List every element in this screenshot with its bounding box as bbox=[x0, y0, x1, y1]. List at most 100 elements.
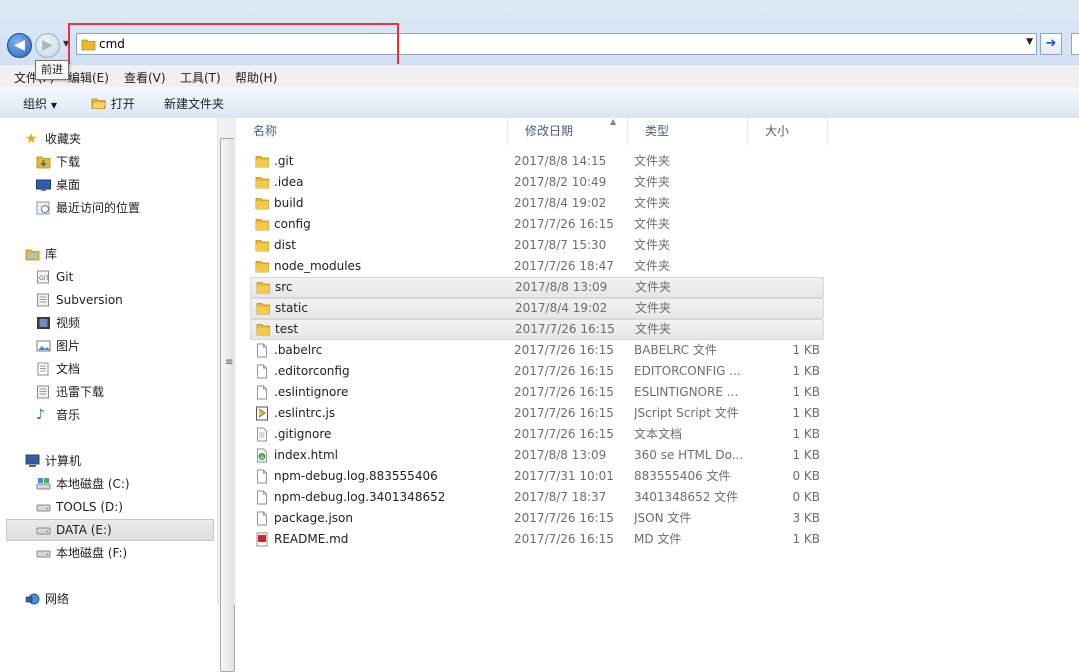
new-folder-button[interactable]: 新建文件夹 bbox=[164, 95, 224, 112]
menu-view[interactable]: 查看(V) bbox=[124, 69, 166, 86]
recent-places-icon bbox=[36, 201, 50, 215]
file-type: 360 se HTML Do... bbox=[634, 448, 744, 462]
file-type: 文件夹 bbox=[634, 259, 671, 273]
command-bar: 组织 ▼ 打开 新建文件夹 bbox=[0, 87, 1079, 119]
file-row[interactable]: README.md 2017/7/26 16:15 MD 文件 1 KB bbox=[250, 529, 824, 550]
file-row[interactable]: static 2017/8/4 19:02 文件夹 bbox=[250, 298, 824, 319]
file-row[interactable]: .git 2017/8/8 14:15 文件夹 bbox=[250, 151, 824, 172]
file-row[interactable]: src 2017/8/8 13:09 文件夹 bbox=[250, 277, 824, 298]
svg-text:e: e bbox=[260, 454, 264, 461]
file-row[interactable]: config 2017/7/26 16:15 文件夹 bbox=[250, 214, 824, 235]
downloads-folder-icon bbox=[36, 156, 51, 169]
file-size: 1 KB bbox=[792, 427, 820, 441]
file-type: ESLINTIGNORE ... bbox=[634, 385, 739, 399]
file-type: 文件夹 bbox=[634, 175, 671, 189]
open-label: 打开 bbox=[110, 97, 135, 111]
file-row[interactable]: .gitignore 2017/7/26 16:15 文本文档 1 KB bbox=[250, 424, 824, 445]
file-name: npm-debug.log.883555406 bbox=[274, 469, 438, 483]
address-input[interactable] bbox=[99, 35, 999, 53]
scrollbar-thumb[interactable]: ≡ bbox=[220, 138, 235, 672]
picture-icon bbox=[36, 340, 51, 352]
file-row[interactable]: .editorconfig 2017/7/26 16:15 EDITORCONFIG… bbox=[250, 361, 824, 382]
folder-icon bbox=[256, 303, 270, 315]
file-name: static bbox=[275, 301, 308, 315]
navigation-scrollbar[interactable]: ≡ bbox=[217, 118, 235, 672]
forward-button[interactable]: ▶ bbox=[35, 33, 60, 58]
recent-pages-dropdown[interactable]: ▼ bbox=[63, 39, 69, 48]
address-dropdown-icon[interactable]: ▼ bbox=[1026, 37, 1033, 47]
file-row[interactable]: .eslintignore 2017/7/26 16:15 ESLINTIGNORE… bbox=[250, 382, 824, 403]
go-button[interactable]: ➜ bbox=[1040, 33, 1062, 55]
file-modified: 2017/7/26 16:15 bbox=[514, 511, 614, 525]
file-row[interactable]: e index.html 2017/8/8 13:09 360 se HTML Do.… bbox=[250, 445, 824, 466]
file-modified: 2017/7/26 16:15 bbox=[514, 364, 614, 378]
document-library-icon bbox=[37, 385, 49, 399]
column-header-type[interactable]: 类型 bbox=[628, 118, 748, 145]
file-modified: 2017/8/8 14:15 bbox=[514, 154, 607, 168]
file-name: src bbox=[275, 280, 293, 294]
file-modified: 2017/8/7 18:37 bbox=[514, 490, 607, 504]
file-row[interactable]: test 2017/7/26 16:15 文件夹 bbox=[250, 319, 824, 340]
file-row[interactable]: npm-debug.log.883555406 2017/7/31 10:01 88… bbox=[250, 466, 824, 487]
file-name: config bbox=[274, 217, 311, 231]
html-file-icon: e bbox=[257, 448, 267, 463]
file-size: 0 KB bbox=[792, 469, 820, 483]
file-name: index.html bbox=[274, 448, 338, 462]
file-name: npm-debug.log.3401348652 bbox=[274, 490, 446, 504]
file-name: test bbox=[275, 322, 299, 336]
file-name: .git bbox=[274, 154, 294, 168]
arrow-left-icon: ◀ bbox=[14, 37, 25, 53]
computer-icon bbox=[25, 454, 40, 467]
git-library-icon: GIT bbox=[37, 270, 49, 284]
file-row[interactable]: build 2017/8/4 19:02 文件夹 bbox=[250, 193, 824, 214]
address-bar[interactable]: ▼ bbox=[76, 33, 1037, 55]
column-header-modified[interactable]: 修改日期 bbox=[508, 118, 628, 145]
file-modified: 2017/8/4 19:02 bbox=[515, 301, 608, 315]
file-type: JSON 文件 bbox=[634, 511, 692, 525]
file-type: 文件夹 bbox=[634, 217, 671, 231]
music-icon: ♪ bbox=[36, 407, 45, 423]
file-modified: 2017/7/26 16:15 bbox=[514, 532, 614, 546]
column-header-name[interactable]: 名称 bbox=[236, 118, 508, 145]
column-header-size[interactable]: 大小 bbox=[748, 118, 828, 145]
back-button[interactable]: ◀ bbox=[7, 33, 32, 58]
file-row[interactable]: dist 2017/8/7 15:30 文件夹 bbox=[250, 235, 824, 256]
menu-help[interactable]: 帮助(H) bbox=[235, 69, 277, 86]
grip-icon: ≡ bbox=[225, 357, 234, 368]
file-name: .babelrc bbox=[274, 343, 323, 357]
organize-button[interactable]: 组织 ▼ bbox=[23, 95, 57, 112]
system-drive-icon bbox=[36, 478, 51, 490]
drive-icon bbox=[36, 550, 51, 558]
file-modified: 2017/7/26 16:15 bbox=[514, 217, 614, 231]
menu-bar: 文件(F) 编辑(E) 查看(V) 工具(T) 帮助(H) bbox=[0, 64, 1079, 87]
file-type: MD 文件 bbox=[634, 532, 682, 546]
pdf-file-icon bbox=[256, 532, 268, 547]
file-type: BABELRC 文件 bbox=[634, 343, 717, 357]
file-type: 文件夹 bbox=[635, 280, 672, 294]
file-row[interactable]: .babelrc 2017/7/26 16:15 BABELRC 文件 1 KB bbox=[250, 340, 824, 361]
menu-edit[interactable]: 编辑(E) bbox=[68, 69, 109, 86]
drive-icon bbox=[36, 527, 51, 535]
file-row[interactable]: .eslintrc.js 2017/7/26 16:15 JScript Scrip… bbox=[250, 403, 824, 424]
chevron-down-icon: ▼ bbox=[50, 101, 57, 110]
file-name: .eslintrc.js bbox=[274, 406, 336, 420]
open-button[interactable]: 打开 bbox=[91, 95, 135, 112]
file-name: .editorconfig bbox=[274, 364, 350, 378]
document-library-icon bbox=[37, 293, 49, 307]
file-row[interactable]: node_modules 2017/7/26 18:47 文件夹 bbox=[250, 256, 824, 277]
window-titlebar: ◀ ▶ ▼ ▼ ➜ bbox=[0, 0, 1079, 64]
library-icon bbox=[25, 249, 40, 261]
file-row[interactable]: package.json 2017/7/26 16:15 JSON 文件 3 KB bbox=[250, 508, 824, 529]
file-row[interactable]: npm-debug.log.3401348652 2017/8/7 18:37 34… bbox=[250, 487, 824, 508]
folder-icon bbox=[255, 198, 269, 210]
search-box[interactable] bbox=[1071, 33, 1079, 55]
folder-icon bbox=[255, 261, 269, 273]
menu-tools[interactable]: 工具(T) bbox=[180, 69, 221, 86]
file-size: 1 KB bbox=[792, 532, 820, 546]
file-row[interactable]: .idea 2017/8/2 10:49 文件夹 bbox=[250, 172, 824, 193]
text-file-icon bbox=[257, 427, 267, 442]
script-file-icon bbox=[256, 406, 268, 421]
document-icon bbox=[37, 362, 49, 376]
file-name: node_modules bbox=[274, 259, 362, 273]
file-type: JScript Script 文件 bbox=[634, 406, 739, 420]
